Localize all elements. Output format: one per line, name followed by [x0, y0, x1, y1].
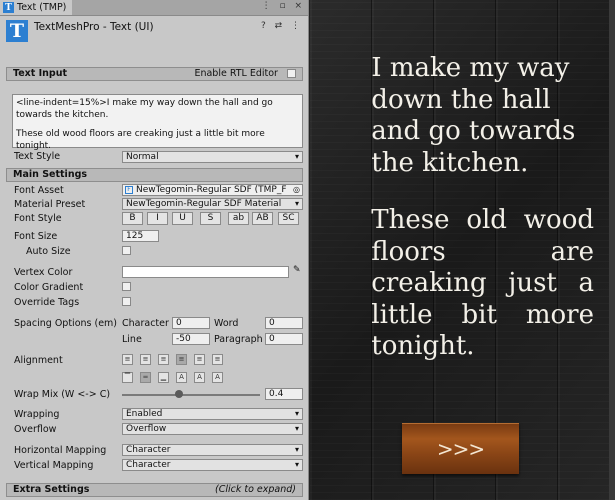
auto-size-label: Auto Size — [26, 246, 71, 257]
overflow-dropdown[interactable]: Overflow — [122, 423, 303, 435]
font-size-field[interactable]: 125 — [122, 230, 159, 242]
vertex-color-swatch[interactable] — [122, 266, 289, 278]
inspector-panel: T Text (TMP) ⋮ ▫ × T TextMeshPro - Text … — [0, 0, 309, 500]
vertical-mapping-dropdown[interactable]: Character — [122, 459, 303, 471]
text-input-section-header[interactable]: Text Input Enable RTL Editor — [6, 67, 303, 81]
component-title: TextMeshPro - Text (UI) — [34, 21, 154, 33]
wrapping-label: Wrapping — [14, 409, 60, 420]
object-picker-icon[interactable]: ◎ — [293, 185, 300, 195]
align-bottom-icon[interactable]: ▁ — [158, 372, 169, 383]
horizontal-mapping-dropdown[interactable]: Character — [122, 444, 303, 456]
component-header: T TextMeshPro - Text (UI) ? ⇄ ⋮ — [0, 16, 308, 46]
component-header-icons[interactable]: ? ⇄ ⋮ — [261, 21, 303, 31]
continue-button[interactable]: >>> — [402, 423, 519, 474]
inspector-tab-bar: T Text (TMP) ⋮ ▫ × — [0, 0, 308, 16]
align-geometry-center-icon[interactable]: ≡ — [212, 354, 223, 365]
wrapping-value: Enabled — [126, 409, 163, 419]
extra-settings-hint: (Click to expand) — [215, 484, 296, 495]
wrap-mix-slider-track[interactable] — [122, 394, 260, 396]
align-capline-icon[interactable]: A — [212, 372, 223, 383]
game-view: I make my way down the hall and go towar… — [310, 0, 615, 500]
spacing-options-label: Spacing Options (em) — [14, 318, 118, 329]
align-top-icon[interactable]: ▔ — [122, 372, 133, 383]
eyedropper-icon[interactable]: ✎ — [293, 265, 301, 275]
align-left-icon[interactable]: ≡ — [122, 354, 133, 365]
color-gradient-label: Color Gradient — [14, 282, 84, 293]
story-paragraph-1: I make my way down the hall and go towar… — [371, 53, 576, 178]
main-settings-title: Main Settings — [13, 169, 88, 180]
horizontal-mapping-label: Horizontal Mapping — [14, 445, 107, 456]
uppercase-button[interactable]: AB — [252, 212, 273, 225]
font-style-label: Font Style — [14, 213, 62, 224]
textmeshpro-icon: T — [6, 20, 28, 42]
character-spacing-label: Character — [122, 318, 169, 329]
vertical-mapping-label: Vertical Mapping — [14, 460, 94, 471]
tab-label: Text (TMP) — [17, 2, 67, 13]
override-tags-label: Override Tags — [14, 297, 80, 308]
word-spacing-field[interactable]: 0 — [265, 317, 303, 329]
text-input-line-1: <line-indent=15%>I make my way down the … — [16, 98, 273, 120]
text-style-label: Text Style — [14, 151, 61, 162]
tmp-icon: T — [3, 2, 14, 13]
story-paragraph-2: These old wood floors are creaking just … — [371, 205, 594, 361]
text-style-value: Normal — [126, 152, 159, 162]
vertical-mapping-value: Character — [126, 460, 171, 470]
alignment-label: Alignment — [14, 355, 63, 366]
line-spacing-label: Line — [122, 334, 142, 345]
material-preset-value: NewTegomin-Regular SDF Material — [126, 199, 282, 209]
main-settings-header[interactable]: Main Settings — [6, 168, 303, 182]
text-input-header: Text Input — [13, 68, 68, 79]
character-spacing-field[interactable]: 0 — [172, 317, 210, 329]
tab-text-tmp[interactable]: T Text (TMP) — [0, 0, 72, 15]
text-input-line-2: These old wood floors are creaking just … — [16, 129, 265, 151]
vertex-color-label: Vertex Color — [14, 267, 73, 278]
font-size-label: Font Size — [14, 231, 58, 242]
overflow-value: Overflow — [126, 424, 167, 434]
rtl-editor-toggle[interactable]: Enable RTL Editor — [194, 68, 296, 80]
tab-menu-icons[interactable]: ⋮ ▫ × — [262, 1, 305, 11]
strikethrough-button[interactable]: S — [200, 212, 221, 225]
auto-size-checkbox[interactable] — [122, 246, 131, 255]
text-style-dropdown[interactable]: Normal — [122, 151, 303, 163]
align-middle-icon[interactable]: ═ — [140, 372, 151, 383]
wrap-mix-label: Wrap Mix (W <-> C) — [14, 389, 111, 400]
rtl-editor-checkbox[interactable] — [287, 69, 296, 78]
horizontal-mapping-value: Character — [126, 445, 171, 455]
align-midline-icon[interactable]: A — [194, 372, 205, 383]
bold-button[interactable]: B — [122, 212, 143, 225]
material-preset-dropdown[interactable]: NewTegomin-Regular SDF Material — [122, 198, 303, 210]
font-asset-icon: F — [125, 186, 133, 194]
font-asset-value: NewTegomin-Regular SDF (TMP_F — [136, 185, 287, 195]
align-right-icon[interactable]: ≡ — [158, 354, 169, 365]
wrap-mix-field[interactable]: 0.4 — [265, 388, 303, 400]
align-flush-icon[interactable]: ≡ — [194, 354, 205, 365]
extra-settings-title: Extra Settings — [13, 484, 90, 495]
rtl-editor-label: Enable RTL Editor — [194, 68, 278, 79]
word-spacing-label: Word — [214, 318, 239, 329]
color-gradient-checkbox[interactable] — [122, 282, 131, 291]
align-center-icon[interactable]: ≡ — [140, 354, 151, 365]
font-asset-label: Font Asset — [14, 185, 64, 196]
underline-button[interactable]: U — [172, 212, 193, 225]
text-input-area[interactable]: <line-indent=15%>I make my way down the … — [12, 94, 303, 151]
paragraph-spacing-field[interactable]: 0 — [265, 333, 303, 345]
game-view-edge — [609, 0, 615, 500]
story-text: I make my way down the hall and go towar… — [332, 53, 594, 363]
italic-button[interactable]: I — [147, 212, 168, 225]
line-spacing-field[interactable]: -50 — [172, 333, 210, 345]
smallcaps-button[interactable]: SC — [278, 212, 299, 225]
lowercase-button[interactable]: ab — [228, 212, 249, 225]
align-baseline-icon[interactable]: A — [176, 372, 187, 383]
extra-settings-header[interactable]: Extra Settings (Click to expand) — [6, 483, 303, 497]
override-tags-checkbox[interactable] — [122, 297, 131, 306]
font-asset-field[interactable]: F NewTegomin-Regular SDF (TMP_F ◎ — [122, 184, 303, 196]
overflow-label: Overflow — [14, 424, 57, 435]
align-justified-icon[interactable]: ≡ — [176, 354, 187, 365]
material-preset-label: Material Preset — [14, 199, 86, 210]
wrap-mix-slider-handle[interactable] — [175, 390, 183, 398]
wrapping-dropdown[interactable]: Enabled — [122, 408, 303, 420]
paragraph-spacing-label: Paragraph — [214, 334, 263, 345]
